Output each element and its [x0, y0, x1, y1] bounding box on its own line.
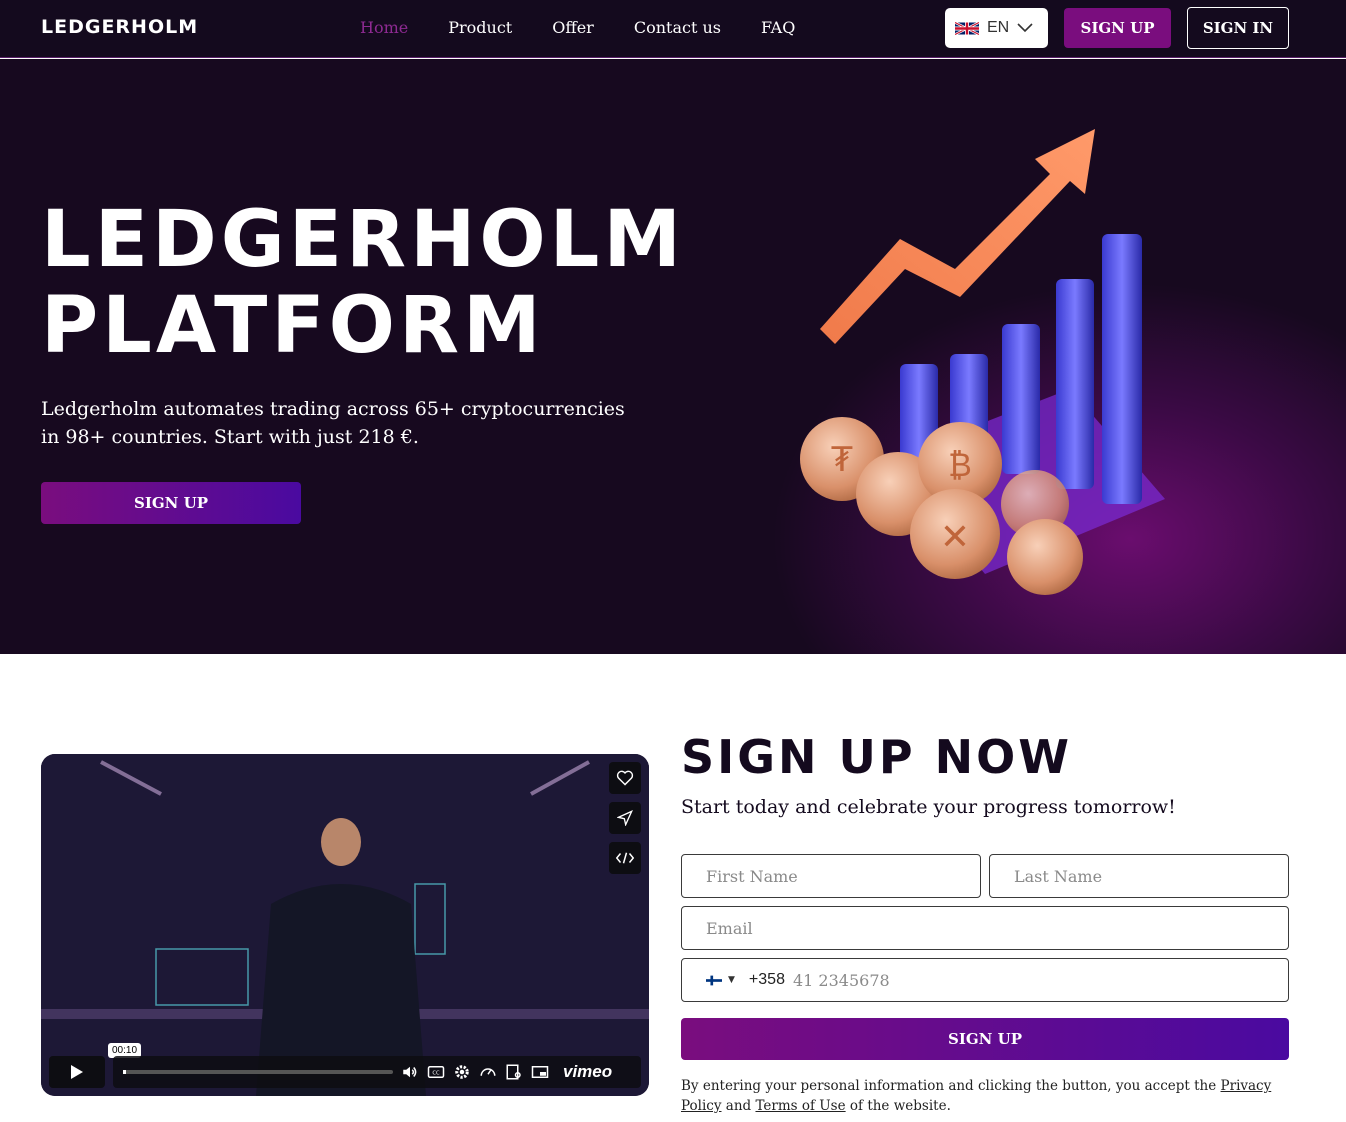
- last-name-placeholder: Last Name: [1014, 866, 1103, 886]
- volume-icon[interactable]: [401, 1063, 419, 1081]
- language-code: EN: [987, 19, 1010, 36]
- hero-title-line2: PLATFORM: [41, 281, 545, 371]
- terms-of-use-link[interactable]: Terms of Use: [755, 1098, 845, 1114]
- legal-and: and: [721, 1098, 756, 1114]
- finland-flag-icon[interactable]: [706, 975, 722, 986]
- legal-prefix: By entering your personal information an…: [681, 1078, 1221, 1094]
- site-logo[interactable]: LEDGERHOLM: [41, 16, 198, 38]
- nav-offer[interactable]: Offer: [552, 18, 594, 37]
- control-bar: CC vimeo: [113, 1056, 641, 1088]
- like-button[interactable]: [609, 762, 641, 794]
- hero-title: LEDGERHOLM PLATFORM: [41, 197, 721, 369]
- captions-icon[interactable]: CC: [427, 1063, 445, 1081]
- embed-button[interactable]: [609, 842, 641, 874]
- header-signin-button[interactable]: SIGN IN: [1187, 7, 1289, 49]
- svg-text:₿: ₿: [948, 446, 972, 484]
- settings-gear-icon[interactable]: [453, 1063, 471, 1081]
- hero-section: LEDGERHOLM PLATFORM Ledgerholm automates…: [0, 59, 1346, 654]
- hero-title-line1: LEDGERHOLM: [41, 195, 686, 285]
- play-button[interactable]: [49, 1056, 105, 1088]
- speed-gauge-icon[interactable]: [479, 1063, 497, 1081]
- email-placeholder: Email: [706, 918, 753, 938]
- heart-icon: [616, 770, 634, 786]
- phone-input[interactable]: ▼ +358 41 2345678: [681, 958, 1289, 1002]
- transcript-icon[interactable]: [505, 1063, 523, 1081]
- chevron-down-icon: [1017, 23, 1033, 33]
- svg-text:CC: CC: [432, 1070, 440, 1076]
- last-name-input[interactable]: Last Name: [989, 854, 1289, 898]
- form-signup-button[interactable]: SIGN UP: [681, 1018, 1289, 1060]
- send-icon: [617, 810, 633, 826]
- dial-code: +358: [748, 971, 785, 988]
- legal-suffix: of the website.: [845, 1098, 951, 1114]
- vimeo-logo[interactable]: vimeo: [563, 1062, 612, 1082]
- progress-bar[interactable]: [123, 1070, 393, 1074]
- signup-title: SIGN UP NOW: [681, 730, 1072, 784]
- video-controls: CC vimeo: [49, 1056, 641, 1088]
- phone-placeholder: 41 2345678: [792, 970, 890, 990]
- video-player[interactable]: 00:10 CC vimeo: [41, 754, 649, 1096]
- nav-faq[interactable]: FAQ: [761, 18, 795, 37]
- header-signup-button[interactable]: SIGN UP: [1064, 8, 1171, 48]
- legal-notice: By entering your personal information an…: [681, 1076, 1289, 1116]
- hero-subtitle: Ledgerholm automates trading across 65+ …: [41, 398, 625, 448]
- code-icon: [616, 852, 634, 864]
- uk-flag-icon: [955, 20, 979, 36]
- picture-in-picture-icon[interactable]: [531, 1063, 549, 1081]
- country-caret-icon[interactable]: ▼: [728, 975, 735, 985]
- share-button[interactable]: [609, 802, 641, 834]
- email-input[interactable]: Email: [681, 906, 1289, 950]
- language-selector[interactable]: EN: [945, 8, 1048, 48]
- svg-text:✕: ✕: [940, 517, 970, 558]
- hero-signup-button[interactable]: SIGN UP: [41, 482, 301, 524]
- svg-text:₮: ₮: [831, 440, 853, 480]
- first-name-input[interactable]: First Name: [681, 854, 981, 898]
- main-nav: Home Product Offer Contact us FAQ: [360, 18, 795, 37]
- play-icon: [71, 1065, 83, 1079]
- top-header: LEDGERHOLM Home Product Offer Contact us…: [0, 0, 1346, 58]
- signup-subtitle: Start today and celebrate your progress …: [681, 796, 1176, 818]
- growth-chart-illustration: ₮ ₿ ✕: [800, 129, 1165, 595]
- progress-fill: [123, 1070, 126, 1074]
- nav-product[interactable]: Product: [448, 18, 512, 37]
- first-name-placeholder: First Name: [706, 866, 798, 886]
- nav-home[interactable]: Home: [360, 18, 408, 37]
- nav-contact[interactable]: Contact us: [634, 18, 721, 37]
